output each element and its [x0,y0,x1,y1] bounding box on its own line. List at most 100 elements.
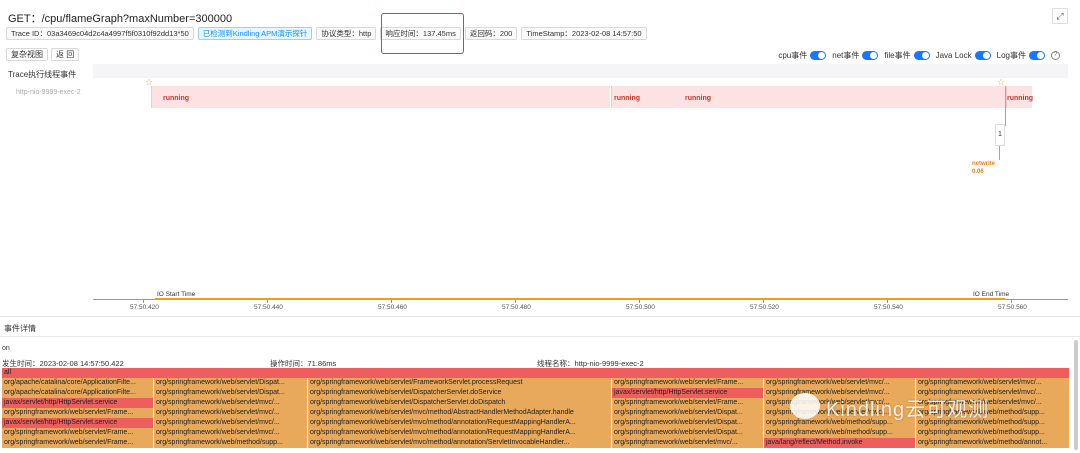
flame-frame[interactable]: org/springframework/web/servlet/mvc/... [612,438,764,448]
flame-frame[interactable]: org/springframework/web/servlet/mvc/... [916,378,1070,388]
flame-frame[interactable]: org/springframework/web/servlet/mvc/... [764,378,916,388]
flame-frame[interactable]: org/springframework/web/servlet/mvc/... [154,428,308,438]
flame-frame[interactable]: org/springframework/web/method/supp... [764,428,916,438]
flame-row: all [2,368,1070,378]
flame-frame[interactable]: org/springframework/web/servlet/mvc/... [764,408,916,418]
apm-badge[interactable]: 已检测到Kindling APM演示探针 [197,27,313,40]
axis-tick-label: 57:50.520 [750,304,779,311]
return-code-tag: 返回码：200 [464,27,518,40]
java-lock-switch[interactable] [974,51,991,60]
axis-tick [143,300,144,303]
complex-view-button[interactable]: 复杂视图 [6,48,48,61]
flame-frame[interactable]: org/apache/catalina/core/ApplicationFilt… [2,388,154,398]
flame-row: org/springframework/web/servlet/Frame...… [2,428,1070,438]
trace-meta-row: Trace ID：03a3469c04d2c4a4997f5f0310f92dd… [6,27,647,40]
flame-frame[interactable]: org/springframework/web/servlet/Frame... [612,378,764,388]
flame-frame[interactable]: org/springframework/web/method/supp... [154,438,308,448]
flame-frame[interactable]: org/springframework/web/servlet/Frame... [2,408,154,418]
flame-frame[interactable]: org/springframework/web/servlet/mvc/... [154,408,308,418]
flame-frame[interactable]: org/springframework/web/servlet/Frame... [2,438,154,448]
timestamp-tag: TimeStamp：2023-02-08 14:57:50 [521,27,647,40]
flame-frame[interactable]: javax/servlet/http/HttpServlet.service [2,418,154,428]
flame-row: javax/servlet/http/HttpServlet.service or… [2,398,1070,408]
axis-tick [639,300,640,303]
flame-frame[interactable]: org/springframework/web/method/supp... [916,418,1070,428]
flame-frame[interactable]: org/springframework/web/servlet/mvc/meth… [308,438,612,448]
flame-frame[interactable]: org/springframework/web/servlet/Dispat..… [612,408,764,418]
flame-frame[interactable]: org/springframework/web/method/supp... [764,418,916,428]
flame-row: org/springframework/web/servlet/Frame...… [2,408,1070,418]
flame-frame[interactable]: org/springframework/web/servlet/Framewor… [308,378,612,388]
running-label: running [1007,95,1034,102]
flame-frame[interactable]: org/springframework/web/servlet/mvc/meth… [308,428,612,438]
net-event-value: 0.06 [972,169,984,175]
expand-icon[interactable]: ⤢ [1052,8,1068,24]
timeline-section-label: Trace执行线程事件 [8,70,77,79]
running-bar[interactable] [611,86,1006,108]
axis-tick-label: 57:50.460 [378,304,407,311]
flame-frame[interactable]: org/springframework/web/method/annot... [916,438,1070,448]
axis-tick [1011,300,1012,303]
cpu-switch[interactable] [810,51,827,60]
flame-frame[interactable]: org/apache/catalina/core/ApplicationFilt… [2,378,154,388]
end-marker-icon[interactable]: ☆ [997,77,1005,88]
net-event-label[interactable]: netwrite 0.06 [972,160,995,176]
axis-tick-label: 57:50.480 [502,304,531,311]
on-label: on [2,345,10,352]
flame-frame[interactable]: org/springframework/web/servlet/mvc/... [154,398,308,408]
flame-frame[interactable]: org/springframework/web/servlet/mvc/... [764,398,916,408]
toggle-java-lock[interactable]: Java Lock [936,51,991,60]
section-divider [0,316,1080,317]
flame-frame[interactable]: javax/servlet/http/HttpServlet.service [2,398,154,408]
help-icon[interactable]: ? [1051,51,1060,60]
toggle-net[interactable]: net事件 [832,50,879,61]
running-label: running [163,95,190,102]
toggle-label: Java Lock [935,51,972,60]
flame-frame[interactable]: org/springframework/web/servlet/Dispat..… [612,418,764,428]
flame-frame[interactable]: org/springframework/web/servlet/Dispat..… [612,428,764,438]
flame-row: org/apache/catalina/core/ApplicationFilt… [2,388,1070,398]
flame-frame[interactable]: org/springframework/web/servlet/mvc/... [916,398,1070,408]
back-button[interactable]: 返 回 [51,48,80,61]
flame-frame[interactable]: javax/servlet/http/HttpServlet.service [612,388,764,398]
net-event-name: netwrite [972,161,996,167]
flame-frame[interactable]: org/springframework/web/method/supp... [916,428,1070,438]
file-switch[interactable] [913,51,930,60]
flame-frame[interactable]: org/springframework/web/servlet/Frame... [612,398,764,408]
flame-frame[interactable]: java/lang/reflect/Method.invoke [764,438,916,448]
start-marker-icon[interactable]: ☆ [145,77,153,88]
toggle-cpu[interactable]: cpu事件 [778,50,827,61]
flame-frame[interactable]: org/springframework/web/servlet/mvc/... [154,418,308,428]
toggle-log[interactable]: Log事件 [997,50,1045,61]
log-switch[interactable] [1029,51,1045,60]
flame-row: javax/servlet/http/HttpServlet.service or… [2,418,1070,428]
flame-frame[interactable]: org/springframework/web/servlet/mvc/... [916,388,1070,398]
flame-frame[interactable]: all [2,368,1070,378]
flame-frame[interactable]: org/springframework/web/servlet/Dispatch… [308,388,612,398]
response-time-tag: 响应时间：137.45ms [380,27,461,40]
view-buttons: 复杂视图 返 回 [6,48,80,61]
trace-id-tag: Trace ID：03a3469c04d2c4a4997f5f0310f92dd… [6,27,194,40]
flame-frame[interactable]: org/springframework/web/servlet/Dispat..… [154,378,308,388]
toggle-file[interactable]: file事件 [884,50,930,61]
thread-label: http-nio-9999-exec-2 [16,89,81,96]
event-count-callout[interactable]: 1 [995,124,1005,146]
flame-row: org/springframework/web/servlet/Frame...… [2,438,1070,448]
io-end-label: IO End Time [973,291,1010,298]
details-scrollbar[interactable] [1074,340,1078,450]
flame-frame[interactable]: org/springframework/web/servlet/Dispat..… [154,388,308,398]
flame-frame[interactable]: org/springframework/web/servlet/mvc/... [764,388,916,398]
net-switch[interactable] [862,51,879,60]
axis-tick [515,300,516,303]
flame-frame[interactable]: org/springframework/web/servlet/Dispatch… [308,398,612,408]
toggle-label: cpu事件 [778,51,808,60]
flame-frame[interactable]: org/springframework/web/method/supp... [916,408,1070,418]
flame-frame[interactable]: org/springframework/web/servlet/Frame... [2,428,154,438]
axis-tick [763,300,764,303]
axis-tick [391,300,392,303]
running-bar[interactable] [151,86,610,108]
flame-frame[interactable]: org/springframework/web/servlet/mvc/meth… [308,418,612,428]
flame-frame[interactable]: org/springframework/web/servlet/mvc/meth… [308,408,612,418]
axis-tick-label: 57:50.440 [254,304,283,311]
event-details-title: 事件详情 [4,324,36,333]
